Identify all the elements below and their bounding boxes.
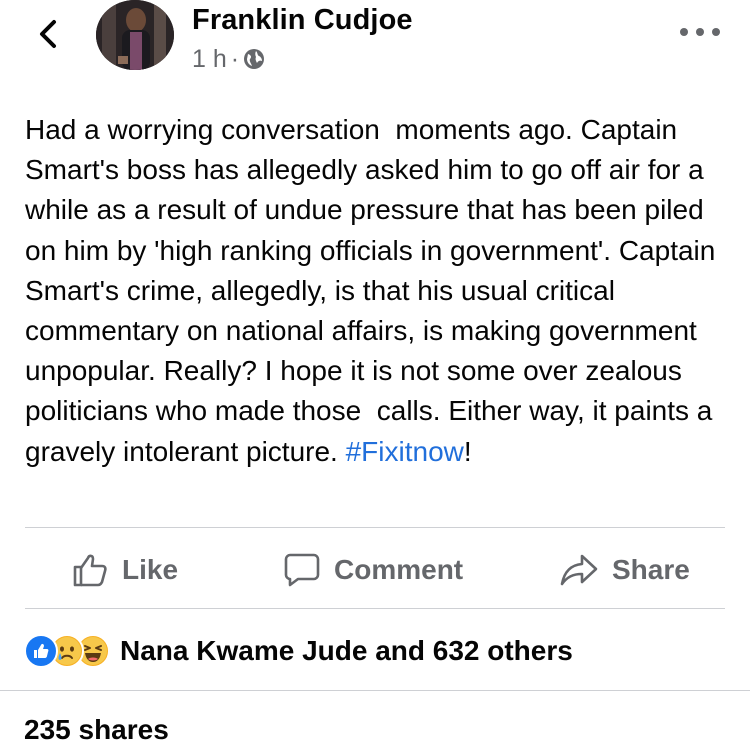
facebook-post-view: Franklin Cudjoe 1 h · Had a worrying con… [0,0,750,756]
chevron-left-icon [40,20,56,48]
reactions-summary[interactable]: Nana Kwame Jude and 632 others [24,632,573,670]
more-horizontal-icon [680,28,688,36]
divider [25,527,725,528]
reactions-label: Nana Kwame Jude and 632 others [120,635,573,666]
post-text: Had a worrying conversation moments ago.… [25,114,724,467]
like-reaction-icon [24,634,58,668]
post-text-trailing: ! [463,435,472,467]
comment-button[interactable]: Comment [284,548,463,592]
comment-label: Comment [334,554,464,585]
share-arrow-icon [560,554,598,586]
more-options-button[interactable] [680,22,720,42]
meta-separator: · [230,44,240,73]
shares-count[interactable]: 235 shares [24,714,169,746]
like-button[interactable]: Like [72,548,178,592]
avatar-image [96,0,174,70]
post-time[interactable]: 1 h [192,45,227,74]
post-body: Had a worrying conversation moments ago.… [25,110,730,472]
comment-icon [284,553,320,587]
back-button[interactable] [30,14,66,54]
author-avatar[interactable] [96,0,174,70]
thumbs-up-icon [73,554,107,587]
author-name[interactable]: Franklin Cudjoe [192,4,413,37]
share-label: Share [612,554,690,585]
hashtag-link[interactable]: #Fixitnow [346,436,464,467]
share-button[interactable]: Share [560,548,690,592]
like-label: Like [122,554,179,585]
divider [0,690,750,691]
post-meta: 1 h · [192,44,265,74]
globe-icon [244,49,265,69]
divider [25,608,725,609]
